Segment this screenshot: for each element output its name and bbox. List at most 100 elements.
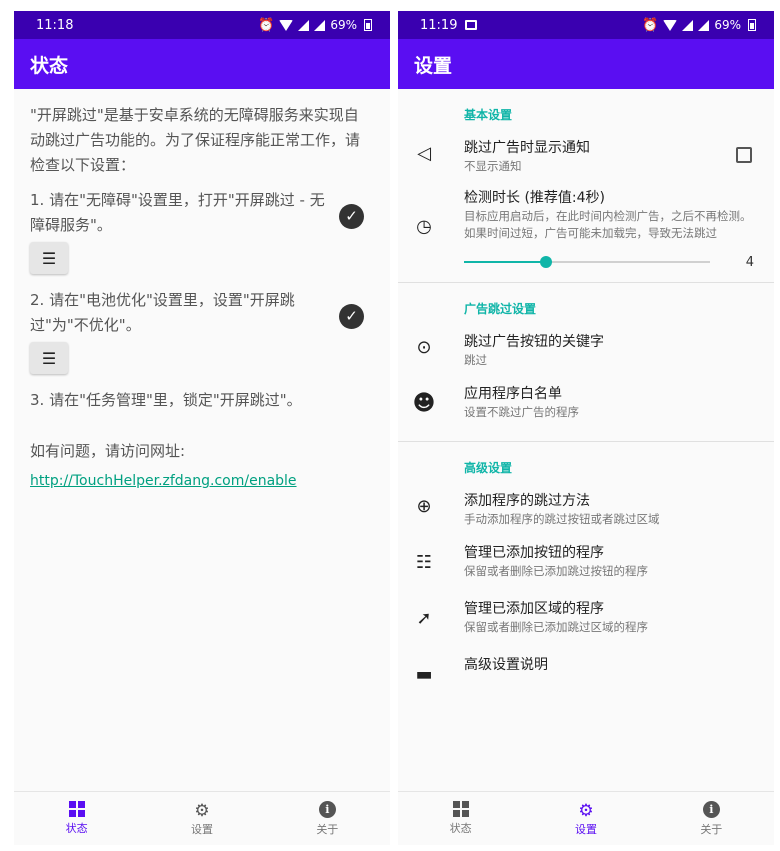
smiley-icon: ☻ xyxy=(412,390,436,416)
pref-title: 添加程序的跳过方法 xyxy=(464,493,590,509)
nav-status-label: 状态 xyxy=(65,822,88,835)
wifi-icon xyxy=(663,19,678,31)
pref-summary: 跳过 xyxy=(464,353,487,367)
bottom-navigation: 状态 ⚙ 设置 i 关于 xyxy=(398,791,774,845)
accessibility-settings-button[interactable]: ☰ xyxy=(30,242,68,274)
intro-text: "开屏跳过"是基于安卓系统的无障碍服务来实现自动跳过广告功能的。为了保证程序能正… xyxy=(30,106,361,174)
sliders-icon: ☰ xyxy=(41,348,57,368)
keyword-search-icon: ⊙ xyxy=(416,336,432,358)
system-icons: ⏰ 69% xyxy=(258,18,372,33)
help-card-icon: ▬ xyxy=(415,663,433,685)
pref-manage-areas[interactable]: ➚ 管理已添加区域的程序 保留或者删除已添加跳过区域的程序 xyxy=(398,590,774,646)
info-icon: i xyxy=(318,800,336,818)
pref-advanced-help[interactable]: ▬ 高级设置说明 xyxy=(398,646,774,702)
pref-summary: 目标应用启动后，在此时间内检测广告，之后不再检测。如果时间过短，广告可能未加载完… xyxy=(464,209,752,240)
pref-keywords[interactable]: ⊙ 跳过广告按钮的关键字 跳过 xyxy=(398,319,774,375)
wifi-icon xyxy=(279,19,294,31)
sliders-icon: ☰ xyxy=(41,248,57,268)
pref-title: 管理已添加按钮的程序 xyxy=(464,545,604,561)
clock: 11:18 xyxy=(36,17,74,33)
settings-list[interactable]: 基本设置 ◁ 跳过广告时显示通知 不显示通知 ◷ 检测时长 (推荐值:4秒) 目… xyxy=(398,89,774,789)
section-ad-skip: 广告跳过设置 xyxy=(464,302,537,316)
step1-text: 1. 请在"无障碍"设置里，打开"开屏跳过 - 无障碍服务"。 xyxy=(30,191,325,234)
pref-detect-duration[interactable]: ◷ 检测时长 (推荐值:4秒) 目标应用启动后，在此时间内检测广告，之后不再检测… xyxy=(398,181,774,272)
pref-show-notification[interactable]: ◁ 跳过广告时显示通知 不显示通知 xyxy=(398,125,774,181)
nav-status[interactable]: 状态 xyxy=(398,792,523,845)
tree-list-icon: ☷ xyxy=(415,551,433,573)
battery-percent: 69% xyxy=(330,18,357,32)
step-task-manager: 3. 请在"任务管理"里，锁定"开屏跳过"。 xyxy=(30,388,372,413)
nav-status[interactable]: 状态 xyxy=(14,792,139,845)
pref-title: 检测时长 (推荐值:4秒) xyxy=(464,190,605,206)
pref-summary: 保留或者删除已添加跳过区域的程序 xyxy=(464,620,648,634)
alarm-icon: ⏰ xyxy=(642,17,659,33)
signal-icon-2 xyxy=(698,19,710,31)
nav-settings-label: 设置 xyxy=(190,822,213,836)
pref-title: 高级设置说明 xyxy=(464,657,548,673)
image-notification-icon xyxy=(465,20,478,30)
pref-title: 跳过广告按钮的关键字 xyxy=(464,334,604,350)
battery-settings-button[interactable]: ☰ xyxy=(30,342,68,374)
nav-about[interactable]: i 关于 xyxy=(265,792,390,845)
battery-icon xyxy=(748,19,756,31)
pref-summary: 设置不跳过广告的程序 xyxy=(464,405,579,419)
nav-settings[interactable]: ⚙ 设置 xyxy=(523,792,648,845)
duration-slider[interactable] xyxy=(464,256,710,268)
pref-manage-buttons[interactable]: ☷ 管理已添加按钮的程序 保留或者删除已添加跳过按钮的程序 xyxy=(398,534,774,590)
status-content: "开屏跳过"是基于安卓系统的无障碍服务来实现自动跳过广告功能的。为了保证程序能正… xyxy=(14,89,390,779)
notification-checkbox[interactable] xyxy=(736,147,752,163)
clock: 11:19 xyxy=(420,17,458,33)
nav-about[interactable]: i 关于 xyxy=(649,792,774,845)
nav-settings-label: 设置 xyxy=(574,822,597,836)
duration-slider-row: 4 xyxy=(464,252,758,272)
gear-icon: ⚙ xyxy=(194,800,210,821)
step2-text: 2. 请在"电池优化"设置里，设置"开屏跳过"为"不优化"。 xyxy=(30,291,295,334)
help-link[interactable]: http://TouchHelper.zfdang.com/enable xyxy=(30,473,297,489)
page-title: 设置 xyxy=(414,54,453,77)
check-circle-icon: ✓ xyxy=(339,204,364,229)
signal-icon-2 xyxy=(314,19,326,31)
settings-screen: 11:19 ⏰ 69% 设置 基本设置 ◁ 跳过广告时显示通知 不显示通知 ◷ … xyxy=(398,11,774,845)
pref-add-skip-method[interactable]: ⊕ 添加程序的跳过方法 手动添加程序的跳过按钮或者跳过区域 xyxy=(398,478,774,534)
crosshair-icon: ⊕ xyxy=(416,495,432,517)
nav-status-label: 状态 xyxy=(449,822,472,835)
step3-text: 3. 请在"任务管理"里，锁定"开屏跳过"。 xyxy=(30,391,302,409)
contact-text: 如有问题，请访问网址: xyxy=(30,442,186,460)
system-icons: ⏰ 69% xyxy=(642,18,756,33)
step-battery: 2. 请在"电池优化"设置里，设置"开屏跳过"为"不优化"。 ✓ ☰ xyxy=(30,288,372,374)
step-accessibility: 1. 请在"无障碍"设置里，打开"开屏跳过 - 无障碍服务"。 ✓ ☰ xyxy=(30,188,372,274)
nav-settings[interactable]: ⚙ 设置 xyxy=(139,792,264,845)
app-bar: 设置 xyxy=(398,39,774,89)
dashboard-icon xyxy=(68,801,85,817)
status-bar: 11:19 ⏰ 69% xyxy=(398,11,774,39)
battery-icon xyxy=(364,19,372,31)
pref-whitelist[interactable]: ☻ 应用程序白名单 设置不跳过广告的程序 xyxy=(398,375,774,431)
nav-about-label: 关于 xyxy=(700,822,723,836)
section-advanced: 高级设置 xyxy=(464,461,513,475)
megaphone-icon: ◁ xyxy=(417,142,431,164)
page-title: 状态 xyxy=(30,54,69,77)
check-circle-icon: ✓ xyxy=(339,304,364,329)
status-screen: 11:18 ⏰ 69% 状态 "开屏跳过"是基于安卓系统的无障碍服务来实现自动跳… xyxy=(14,11,390,845)
app-bar: 状态 xyxy=(14,39,390,89)
slider-thumb[interactable] xyxy=(540,256,552,268)
bottom-navigation: 状态 ⚙ 设置 i 关于 xyxy=(14,791,390,845)
gear-icon: ⚙ xyxy=(578,800,594,821)
timer-icon: ◷ xyxy=(416,216,432,237)
battery-percent: 69% xyxy=(714,18,741,32)
pref-title: 应用程序白名单 xyxy=(464,386,562,402)
nav-about-label: 关于 xyxy=(316,822,339,836)
duration-value: 4 xyxy=(745,254,754,270)
info-icon: i xyxy=(702,800,720,818)
section-basic: 基本设置 xyxy=(464,108,513,122)
status-bar: 11:18 ⏰ 69% xyxy=(14,11,390,39)
pref-summary: 不显示通知 xyxy=(464,159,522,173)
pref-title: 跳过广告时显示通知 xyxy=(464,140,590,156)
signal-icon xyxy=(682,19,694,31)
pref-summary: 保留或者删除已添加跳过按钮的程序 xyxy=(464,564,648,578)
cursor-click-icon: ➚ xyxy=(416,607,432,629)
alarm-icon: ⏰ xyxy=(258,17,275,33)
dashboard-icon xyxy=(452,801,469,817)
signal-icon xyxy=(298,19,310,31)
pref-title: 管理已添加区域的程序 xyxy=(464,601,604,617)
